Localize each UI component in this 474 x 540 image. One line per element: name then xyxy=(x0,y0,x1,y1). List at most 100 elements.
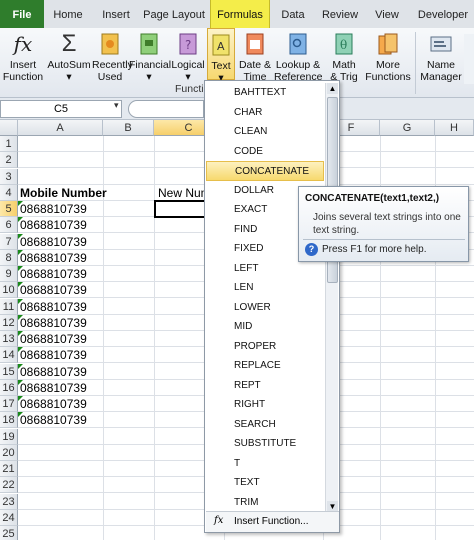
mobile-number-cell[interactable]: 0868810739 xyxy=(18,347,87,363)
tab-page-layout[interactable]: Page Layout xyxy=(143,0,205,28)
header-cell-new-number[interactable]: New Num xyxy=(156,185,211,201)
logical-button[interactable]: ? Logical ▾ xyxy=(170,28,206,86)
column-header-b[interactable]: B xyxy=(103,120,154,136)
function-item-t[interactable]: T xyxy=(206,454,324,474)
more-functions-button[interactable]: More Functions xyxy=(364,28,412,86)
mobile-number-cell[interactable]: 0868810739 xyxy=(18,315,87,331)
column-header-g[interactable]: G xyxy=(380,120,435,136)
mobile-number-cell[interactable]: 0868810739 xyxy=(18,396,87,412)
function-item-concatenate[interactable]: CONCATENATE xyxy=(206,161,324,181)
column-header-h[interactable]: H xyxy=(435,120,474,136)
header-cell-mobile-number[interactable]: Mobile Number xyxy=(18,185,107,201)
function-item-search[interactable]: SEARCH xyxy=(206,415,324,435)
row-header-3[interactable]: 3 xyxy=(0,168,18,185)
row-header-12[interactable]: 12 xyxy=(0,314,18,331)
sigma-icon: Σ xyxy=(61,30,77,57)
recently-used-label-1: Recently xyxy=(92,59,133,71)
function-tooltip: CONCATENATE(text1,text2,) Joins several … xyxy=(298,186,469,262)
tab-review[interactable]: Review xyxy=(320,0,360,28)
function-item-clean[interactable]: CLEAN xyxy=(206,122,324,142)
row-header-1[interactable]: 1 xyxy=(0,136,18,152)
tab-developer[interactable]: Developer xyxy=(415,0,471,28)
recently-used-label-2: Used xyxy=(97,71,123,83)
row-header-5[interactable]: 5 xyxy=(0,201,18,217)
formula-input[interactable] xyxy=(128,100,204,118)
dropdown-scrollbar[interactable]: ▲ ▼ xyxy=(325,83,338,513)
help-icon: ? xyxy=(305,243,318,256)
date-time-button[interactable]: Date & Time xyxy=(238,28,272,86)
name-manager-button[interactable]: Name Manager xyxy=(418,28,464,86)
autosum-button[interactable]: Σ AutoSum ▾ xyxy=(46,28,92,86)
function-item-substitute[interactable]: SUBSTITUTE xyxy=(206,434,324,454)
financial-button[interactable]: Financial ▾ xyxy=(129,28,171,86)
row-header-19[interactable]: 19 xyxy=(0,428,18,445)
function-item-char[interactable]: CHAR xyxy=(206,103,324,123)
row-header-16[interactable]: 16 xyxy=(0,379,18,396)
text-button[interactable]: A Text ▾ xyxy=(207,28,235,84)
function-item-code[interactable]: CODE xyxy=(206,142,324,162)
mobile-number-cell[interactable]: 0868810739 xyxy=(18,217,87,233)
mobile-number-cell[interactable]: 0868810739 xyxy=(18,380,87,396)
row-header-10[interactable]: 10 xyxy=(0,282,18,299)
mobile-number-cell[interactable]: 0868810739 xyxy=(18,299,87,315)
mobile-number-cell[interactable]: 0868810739 xyxy=(18,364,87,380)
row-header-22[interactable]: 22 xyxy=(0,477,18,494)
row-header-21[interactable]: 21 xyxy=(0,461,18,477)
function-item-replace[interactable]: REPLACE xyxy=(206,356,324,376)
tab-formulas[interactable]: Formulas xyxy=(210,0,270,28)
mobile-number-cell[interactable]: 0868810739 xyxy=(18,250,87,266)
mobile-number-cell[interactable]: 0868810739 xyxy=(18,282,87,298)
row-header-23[interactable]: 23 xyxy=(0,493,18,510)
mobile-number-cell[interactable]: 0868810739 xyxy=(18,331,87,347)
function-item-proper[interactable]: PROPER xyxy=(206,337,324,357)
row-header-2[interactable]: 2 xyxy=(0,152,18,169)
function-item-bahttext[interactable]: BAHTTEXT xyxy=(206,83,324,103)
function-item-mid[interactable]: MID xyxy=(206,317,324,337)
row-header-6[interactable]: 6 xyxy=(0,217,18,234)
row-header-13[interactable]: 13 xyxy=(0,331,18,347)
row-header-9[interactable]: 9 xyxy=(0,266,18,282)
row-header-4[interactable]: 4 xyxy=(0,184,18,201)
row-header-8[interactable]: 8 xyxy=(0,249,18,266)
insert-function-button[interactable]: fx Insert Function xyxy=(2,28,44,86)
function-item-text[interactable]: TEXT xyxy=(206,473,324,493)
row-header-20[interactable]: 20 xyxy=(0,444,18,461)
function-item-right[interactable]: RIGHT xyxy=(206,395,324,415)
mobile-number-cell[interactable]: 0868810739 xyxy=(18,412,87,428)
row-header-7[interactable]: 7 xyxy=(0,233,18,250)
function-item-trim[interactable]: TRIM xyxy=(206,493,324,513)
autosum-label: AutoSum xyxy=(47,59,91,71)
math-trig-button[interactable]: θ Math & Trig xyxy=(324,28,364,86)
chevron-down-icon[interactable]: ▾ xyxy=(114,100,119,111)
lookup-reference-button[interactable]: Lookup & Reference xyxy=(274,28,322,86)
book-star-icon xyxy=(97,31,123,57)
insert-function-menu-item[interactable]: fx Insert Function... xyxy=(206,511,339,532)
select-all-corner[interactable] xyxy=(0,120,18,136)
recently-used-button[interactable]: Recently Used xyxy=(92,28,133,86)
tab-data[interactable]: Data xyxy=(278,0,308,28)
lookup-book-icon xyxy=(285,31,311,57)
tab-view[interactable]: View xyxy=(372,0,402,28)
row-header-11[interactable]: 11 xyxy=(0,298,18,315)
row-header-18[interactable]: 18 xyxy=(0,412,18,429)
row-header-14[interactable]: 14 xyxy=(0,347,18,364)
row-header-15[interactable]: 15 xyxy=(0,363,18,380)
function-item-rept[interactable]: REPT xyxy=(206,376,324,396)
tooltip-divider xyxy=(303,239,465,240)
tab-home[interactable]: Home xyxy=(50,0,86,28)
mobile-number-cell[interactable]: 0868810739 xyxy=(18,266,87,282)
row-header-25[interactable]: 25 xyxy=(0,526,18,540)
function-item-lower[interactable]: LOWER xyxy=(206,298,324,318)
tab-insert[interactable]: Insert xyxy=(97,0,135,28)
function-item-len[interactable]: LEN xyxy=(206,278,324,298)
scroll-up-icon[interactable]: ▲ xyxy=(327,83,338,94)
mobile-number-cell[interactable]: 0868810739 xyxy=(18,234,87,250)
row-header-17[interactable]: 17 xyxy=(0,396,18,412)
name-box[interactable]: C5 xyxy=(0,100,122,118)
chevron-down-icon: ▾ xyxy=(66,71,72,83)
text-book-icon: A xyxy=(208,32,234,58)
tab-file[interactable]: File xyxy=(0,0,44,28)
mobile-number-cell[interactable]: 0868810739 xyxy=(18,201,87,217)
column-header-a[interactable]: A xyxy=(18,120,103,136)
row-header-24[interactable]: 24 xyxy=(0,509,18,526)
